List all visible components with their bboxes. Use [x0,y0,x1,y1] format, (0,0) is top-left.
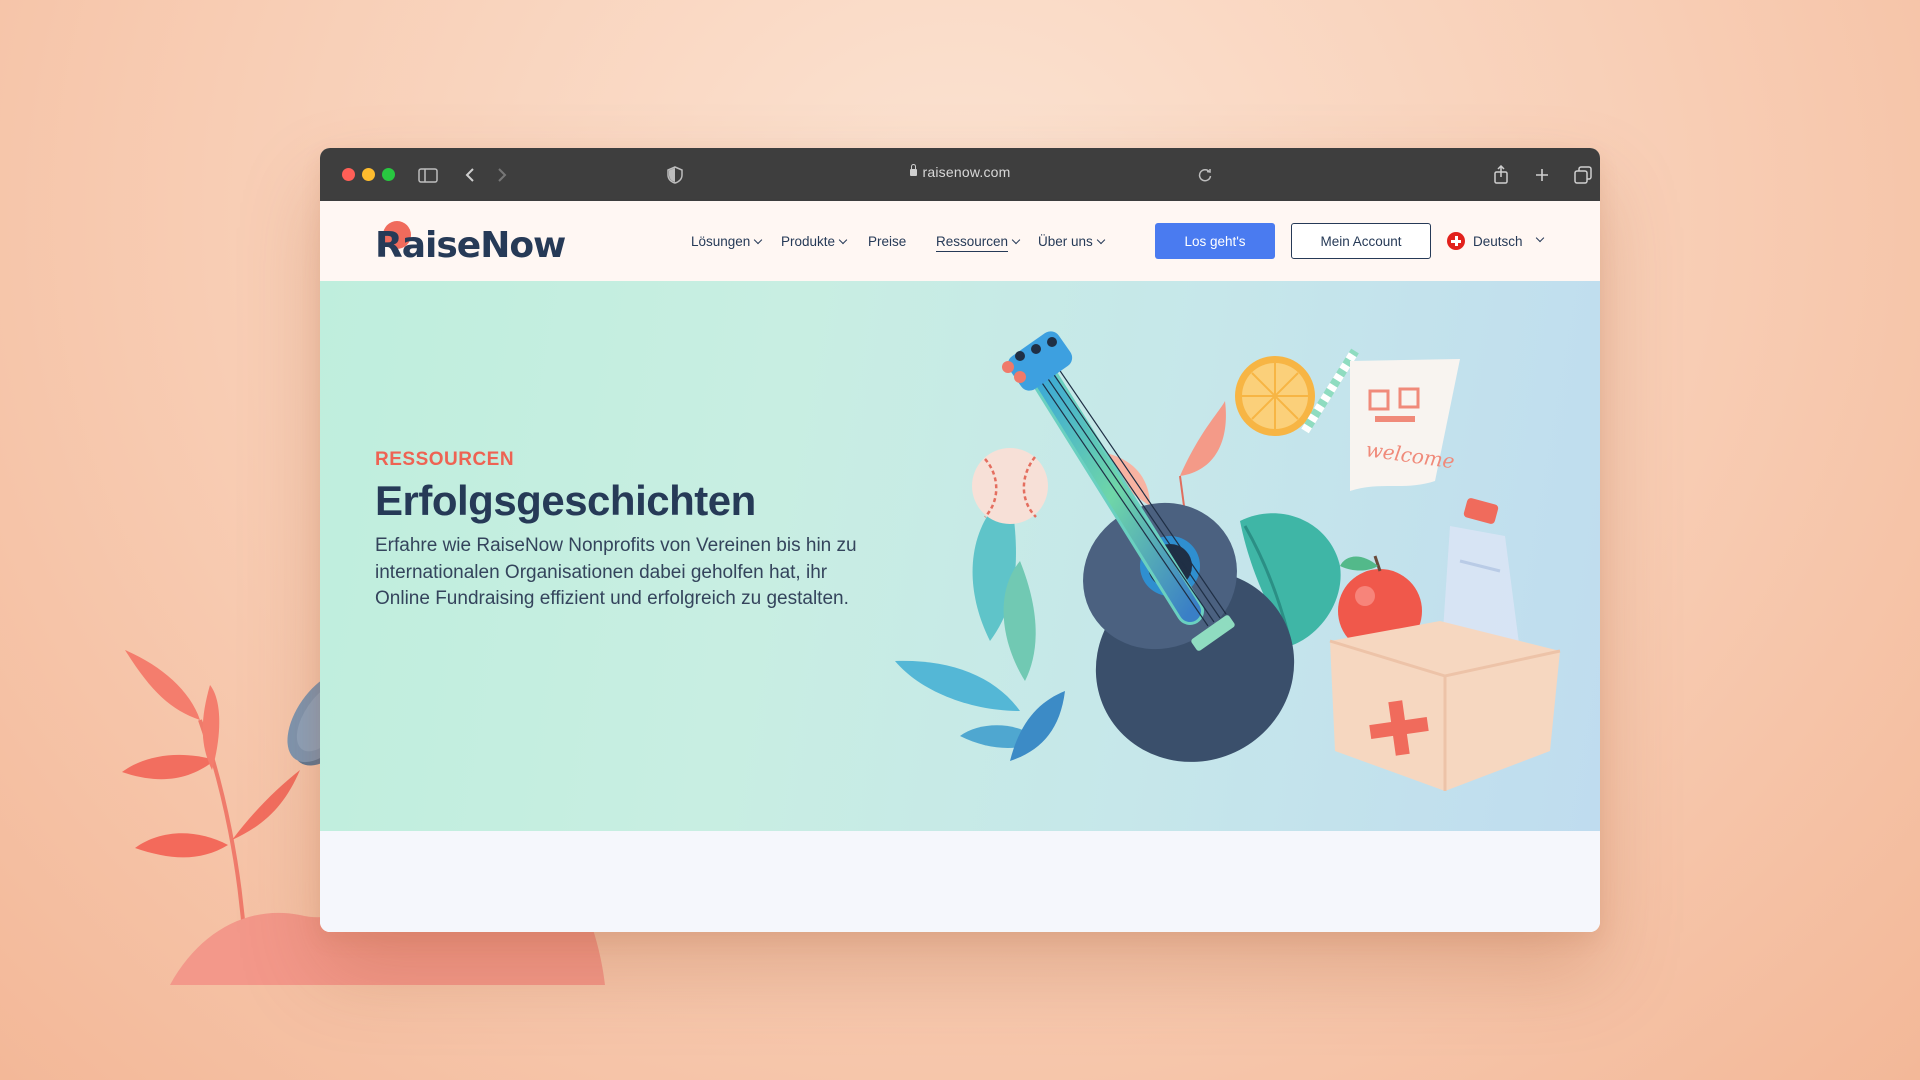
language-label: Deutsch [1473,233,1523,249]
nav-label: Ressourcen [936,234,1009,252]
nav-label: Über uns [1038,234,1093,249]
new-tab-icon[interactable] [1530,163,1554,187]
reload-icon[interactable] [1193,163,1217,187]
tab-overview-icon[interactable] [1571,163,1595,187]
hero-section: RESSOURCEN Erfolgsgeschichten Erfahre wi… [320,281,1600,831]
nav-item-loesungen[interactable]: Lösungen [691,234,763,249]
chevron-down-icon [1011,235,1021,245]
leaf-plant [122,650,300,946]
orange-slice-icon [1235,348,1359,436]
address-bar[interactable]: raisenow.com [320,164,1600,180]
site-header: RaiseNow Lösungen Produkte Preise Ressou… [320,201,1600,281]
swiss-flag-icon [1447,232,1465,250]
language-selector[interactable]: Deutsch [1447,232,1544,250]
nav-label: Produkte [781,234,836,249]
logo-text: RaiseNow [375,225,566,266]
nav-item-ressourcen[interactable]: Ressourcen [936,234,1021,252]
chevron-down-icon [1096,235,1106,245]
browser-window: raisenow.com RaiseNow Lösungen Produkte … [320,148,1600,932]
nav-item-ueber-uns[interactable]: Über uns [1038,234,1106,249]
leaf-icon [895,491,1065,761]
nav-item-preise[interactable]: Preise [868,234,906,249]
raisenow-logo[interactable]: RaiseNow [375,221,566,266]
nav-label: Preise [868,234,907,249]
chevron-down-icon [1535,233,1544,243]
nav-label: Lösungen [691,234,751,249]
chevron-down-icon [754,235,763,245]
browser-toolbar: raisenow.com [320,148,1600,201]
nav-item-produkte[interactable]: Produkte [781,234,848,249]
content-area [320,831,1600,932]
url-text: raisenow.com [922,164,1011,180]
hero-illustration: welcome [895,331,1561,791]
welcome-card-icon: welcome [1350,359,1460,491]
baseball-icon [972,448,1048,524]
share-icon[interactable] [1489,163,1513,187]
lock-icon [909,164,917,176]
my-account-button[interactable]: Mein Account [1291,223,1431,259]
chevron-down-icon [838,235,848,245]
donation-box-icon [1329,621,1561,791]
get-started-button[interactable]: Los geht's [1155,223,1275,259]
